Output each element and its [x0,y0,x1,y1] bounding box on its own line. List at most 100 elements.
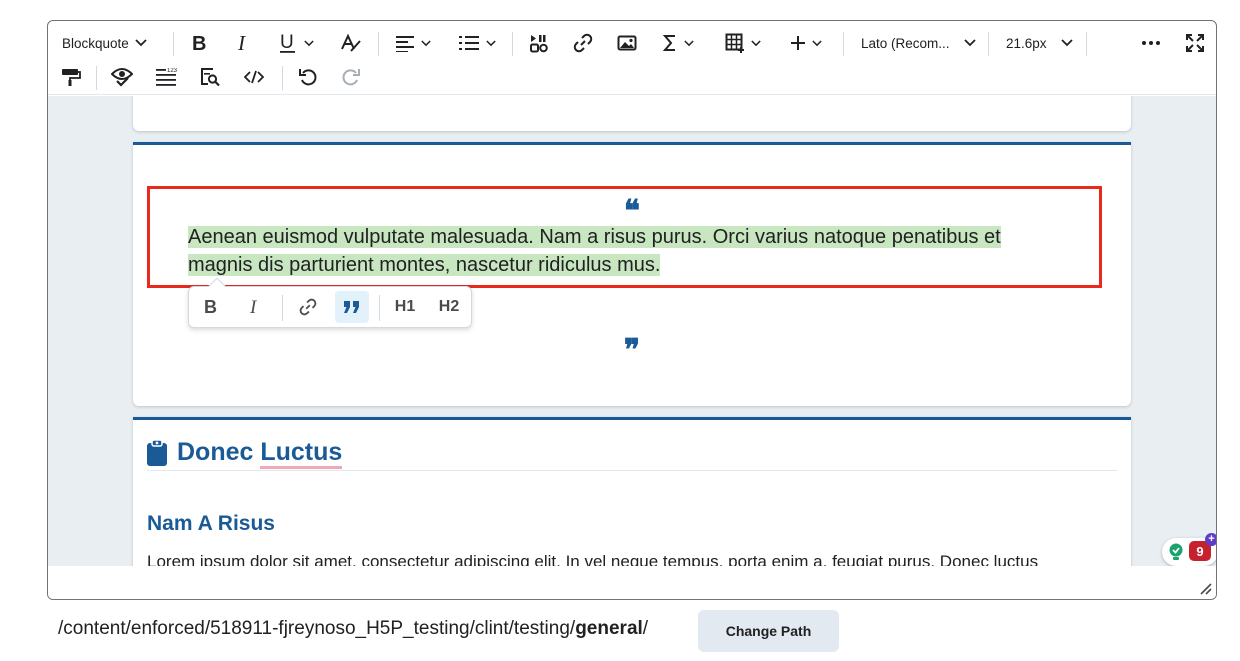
insert-media-icon [530,35,548,53]
chevron-down-icon [684,39,694,46]
heading-1-icon: H1 [394,298,416,315]
expand-icon [1186,34,1204,52]
toolbar-divider [988,32,989,56]
redo-button[interactable] [340,60,362,94]
word-count-icon: 123 [156,68,177,86]
font-size-label: 21.6px [1006,35,1047,51]
text-color-icon [341,33,361,52]
image-icon [617,35,637,51]
block-format-dropdown[interactable]: Blockquote [62,26,147,60]
chevron-down-icon [135,39,147,47]
editor-content-area[interactable]: ❝ Aenean euismod vulputate malesuada. Na… [48,96,1216,566]
list-button[interactable] [458,26,496,60]
chevron-down-icon [963,39,976,47]
toolbar-divider [379,295,380,321]
code-icon [244,70,264,84]
clipboard-icon [147,439,167,466]
toolbar-row-1: Blockquote B I U Lato (Recom... 21.6px [48,26,1216,60]
text-style-button[interactable] [339,26,363,60]
accessibility-check-button[interactable] [111,60,133,94]
align-button[interactable] [395,26,431,60]
plus-icon [791,36,805,50]
content-card [133,96,1131,131]
chevron-down-icon [304,39,314,46]
italic-button[interactable]: I [232,26,256,60]
change-path-button[interactable]: Change Path [698,610,839,652]
toolbar-divider [843,32,844,56]
format-painter-button[interactable] [60,60,82,94]
word-count-button[interactable]: 123 [155,60,177,94]
body-paragraph: Lorem ipsum dolor sit amet, consectetur … [147,552,1039,566]
insert-image-button[interactable] [616,26,638,60]
table-button[interactable] [725,26,761,60]
link-icon [573,33,593,53]
inline-blockquote-button[interactable] [335,291,369,323]
status-bar [48,566,1216,599]
chevron-down-icon [751,39,761,46]
svg-text:I: I [249,298,258,316]
inline-link-button[interactable] [291,291,325,323]
svg-text:B: B [204,298,217,316]
eye-check-icon [111,68,133,87]
blockquote-text[interactable]: Aenean euismod vulputate malesuada. Nam … [188,223,1068,279]
section-title: Donec Luctus [177,438,343,469]
link-icon [299,298,317,316]
inline-heading-1-button[interactable]: H1 [388,291,422,323]
insert-link-button[interactable] [572,26,594,60]
chevron-down-icon [486,39,496,46]
toolbar-divider [96,66,97,90]
resize-handle-icon[interactable] [1196,579,1212,595]
inline-heading-2-button[interactable]: H2 [432,291,466,323]
align-left-icon [396,36,414,52]
bulleted-list-icon [459,36,479,50]
writing-assistant-badge[interactable]: 9 + [1162,533,1216,566]
plus-badge-icon: + [1205,533,1216,546]
svg-text:I: I [237,33,246,53]
italic-icon: I [237,33,246,53]
block-format-label: Blockquote [62,35,129,51]
undo-icon [299,69,317,86]
path-prefix: /content/enforced/518911-fjreynoso_H5P_t… [58,618,576,639]
lightbulb-icon [1169,543,1183,560]
equation-button[interactable] [662,26,694,60]
close-quote-icon: ❞ [623,333,641,368]
insert-more-button[interactable] [790,26,822,60]
insert-stuff-button[interactable] [528,26,550,60]
inline-format-toolbar: B I H1 H2 [188,277,472,328]
subheading: Nam A Risus [147,512,275,535]
svg-text:U: U [280,32,294,53]
more-options-button[interactable] [1140,26,1162,60]
underline-button[interactable]: U [278,26,314,60]
inline-italic-button[interactable]: I [238,291,272,323]
preview-button[interactable] [199,60,221,94]
toolbar-divider [282,295,283,321]
heading-underline [147,470,1117,471]
font-family-dropdown[interactable]: Lato (Recom... [861,26,976,60]
toolbar-divider [282,66,283,90]
chevron-down-icon [421,39,431,46]
paint-roller-icon [62,69,81,86]
undo-button[interactable] [297,60,319,94]
toolbar-divider [173,32,174,56]
redo-icon [342,69,360,86]
blockquote-card: ❝ Aenean euismod vulputate malesuada. Na… [133,142,1131,406]
svg-text:123: 123 [167,68,177,74]
font-size-dropdown[interactable]: 21.6px [1006,26,1073,60]
table-icon [725,33,744,53]
source-code-button[interactable] [243,60,265,94]
underline-icon: U [280,32,295,53]
inline-bold-button[interactable]: B [194,291,228,323]
bold-button[interactable]: B [188,26,212,60]
fullscreen-button[interactable] [1184,26,1206,60]
misspelled-word[interactable]: Luctus [260,438,343,469]
document-search-icon [201,68,220,87]
chevron-down-icon [812,39,822,46]
chevron-down-icon [1060,39,1073,47]
selected-text: Aenean euismod vulputate malesuada. Nam … [188,226,1001,276]
path-folder: general [575,618,643,639]
font-family-label: Lato (Recom... [861,35,950,51]
italic-icon: I [249,298,258,316]
section-heading: Donec Luctus [147,438,343,469]
bold-icon: B [204,298,217,316]
svg-text:B: B [192,33,206,53]
